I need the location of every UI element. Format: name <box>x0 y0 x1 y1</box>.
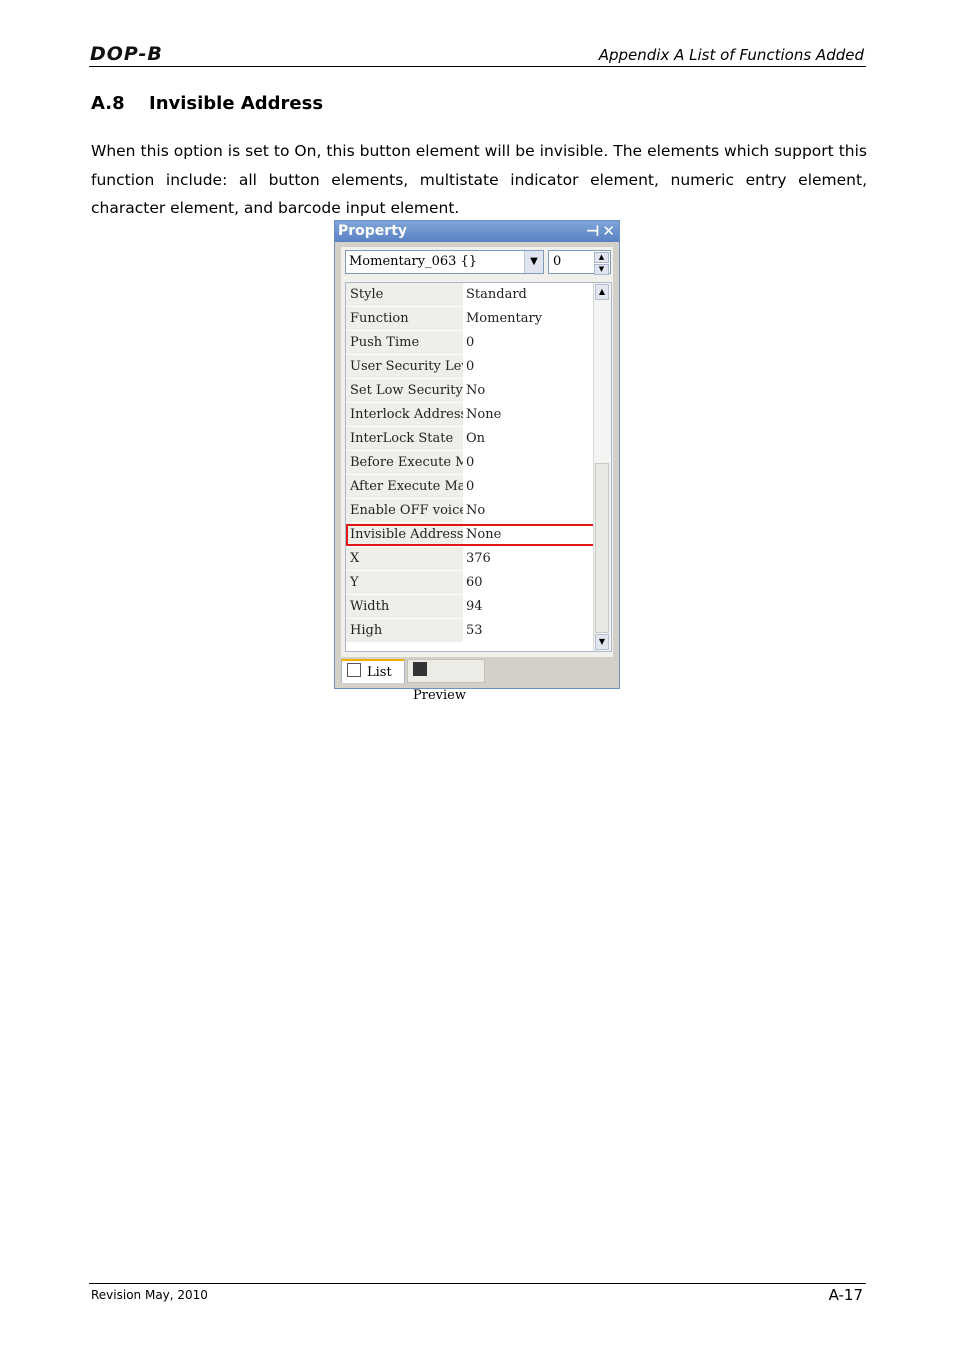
tab-list-label: List <box>367 665 392 680</box>
property-row[interactable]: User Security Level0 <box>346 355 596 379</box>
section-number: A.8 <box>91 93 125 114</box>
spin-down-icon[interactable]: ▼ <box>594 264 609 275</box>
property-value: 53 <box>466 623 483 638</box>
property-key: Width <box>346 595 463 618</box>
highlight-box <box>346 524 596 546</box>
property-value: 376 <box>466 551 491 566</box>
property-value: 0 <box>466 455 475 470</box>
list-icon <box>347 663 361 677</box>
property-value: On <box>466 431 486 446</box>
property-value: Standard <box>466 287 527 302</box>
property-value: 0 <box>466 335 475 350</box>
property-key: User Security Level <box>346 355 463 378</box>
footer-divider <box>89 1283 866 1284</box>
property-row[interactable]: Width 94 <box>346 595 596 619</box>
index-spinner[interactable]: 0 ▲ ▼ <box>548 250 611 275</box>
chevron-down-icon[interactable]: ▼ <box>524 251 543 273</box>
tab-list[interactable]: List <box>341 659 405 683</box>
property-row[interactable]: After Execute Macr0 <box>346 475 596 499</box>
property-titlebar: Property ⊣ ✕ <box>335 221 619 242</box>
property-row[interactable]: X 376 <box>346 547 596 571</box>
property-body: Momentary_063 {} ▼ 0 ▲ ▼ Style Standard F… <box>341 247 613 657</box>
section-body: When this option is set to On, this butt… <box>91 142 867 217</box>
scrollbar-thumb[interactable] <box>595 463 609 633</box>
element-selector[interactable]: Momentary_063 {} ▼ <box>345 250 544 274</box>
property-value: 0 <box>466 479 475 494</box>
property-key: X <box>346 547 463 570</box>
property-value: Momentary <box>466 311 543 326</box>
tab-preview-label: Preview <box>413 688 466 703</box>
property-value: 94 <box>466 599 483 614</box>
property-row[interactable]: Function Momentary <box>346 307 596 331</box>
property-value: No <box>466 503 486 518</box>
property-row[interactable]: Before Execute Mac0 <box>346 451 596 475</box>
property-value: None <box>466 407 502 422</box>
element-selector-value: Momentary_063 {} <box>349 254 478 269</box>
header-title: Appendix A List of Functions Added <box>598 46 864 64</box>
property-key: Enable OFF voice <box>346 499 463 522</box>
property-key: Set Low Security <box>346 379 463 402</box>
index-spinner-value: 0 <box>553 254 562 269</box>
footer-revision: Revision May, 2010 <box>91 1288 208 1302</box>
property-row[interactable]: InterLock State On <box>346 427 596 451</box>
scroll-up-icon[interactable]: ▲ <box>595 284 609 300</box>
property-grid: Style Standard Function Momentary Push Tim… <box>345 282 612 652</box>
property-key: Function <box>346 307 463 330</box>
section-heading: A.8 Invisible Address <box>91 93 323 114</box>
property-row[interactable]: Set Low Security No <box>346 379 596 403</box>
property-key: After Execute Macr <box>346 475 463 498</box>
scroll-down-icon[interactable]: ▼ <box>595 634 609 650</box>
property-key: Before Execute Mac <box>346 451 463 474</box>
property-row[interactable]: Style Standard <box>346 283 596 307</box>
property-title: Property <box>338 223 408 239</box>
page-number: A-17 <box>828 1286 863 1304</box>
spin-up-icon[interactable]: ▲ <box>594 252 609 263</box>
property-key: Push Time <box>346 331 463 354</box>
property-key: Style <box>346 283 463 306</box>
header-divider <box>89 66 866 67</box>
property-tabs: List Preview <box>341 657 601 703</box>
vertical-scrollbar[interactable]: ▲ ▼ <box>593 283 611 651</box>
section-title: Invisible Address <box>149 93 324 114</box>
property-value: No <box>466 383 486 398</box>
property-row[interactable]: Y 60 <box>346 571 596 595</box>
property-key: High <box>346 619 463 642</box>
property-window: Property ⊣ ✕ Momentary_063 {} ▼ 0 ▲ ▼ Sty… <box>334 220 620 703</box>
property-row[interactable]: Interlock Address None <box>346 403 596 427</box>
pin-icon[interactable]: ⊣ <box>586 222 600 240</box>
property-value: 60 <box>466 575 483 590</box>
property-row[interactable]: Push Time 0 <box>346 331 596 355</box>
property-key: Y <box>346 571 463 594</box>
brand-logo: DOP-B <box>90 43 163 65</box>
preview-icon <box>413 662 427 676</box>
property-row[interactable]: Enable OFF voice No <box>346 499 596 523</box>
property-row[interactable]: High 53 <box>346 619 596 643</box>
tab-preview[interactable]: Preview <box>407 659 485 703</box>
property-value: 0 <box>466 359 475 374</box>
property-key: Interlock Address <box>346 403 463 426</box>
property-key: InterLock State <box>346 427 463 450</box>
close-icon[interactable]: ✕ <box>602 222 615 240</box>
